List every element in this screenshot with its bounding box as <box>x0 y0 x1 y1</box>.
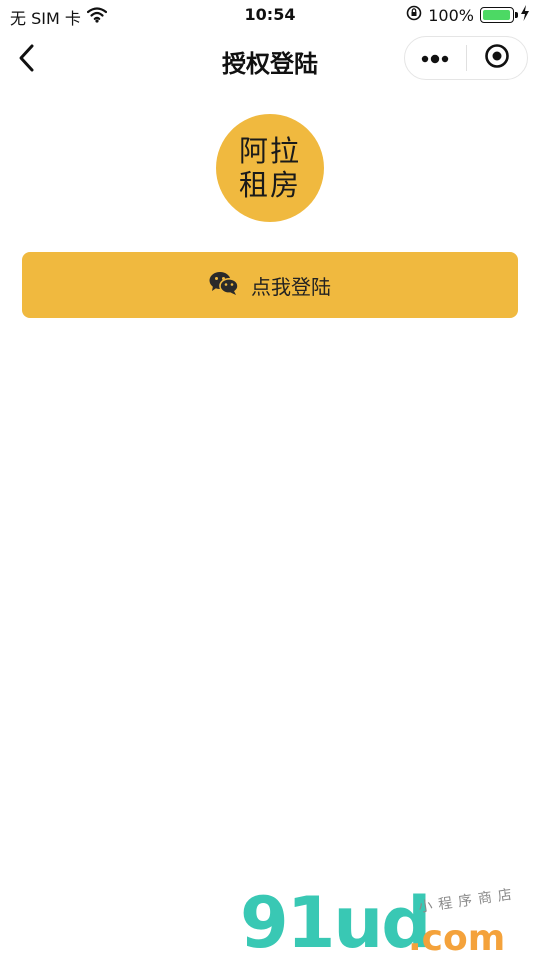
wechat-icon <box>209 271 239 300</box>
wechat-login-button[interactable]: 点我登陆 <box>22 252 518 318</box>
watermark-tld: .com <box>408 918 506 959</box>
nav-bar: 授权登陆 <box>0 30 540 90</box>
status-bar: 无 SIM 卡 10:54 100% <box>0 0 540 30</box>
target-circle-icon <box>484 43 510 73</box>
battery-percent: 100% <box>428 5 474 25</box>
app-logo: 阿拉 租房 <box>216 114 324 222</box>
more-button[interactable] <box>405 37 466 79</box>
battery-icon <box>480 7 518 23</box>
logo-line-2: 租房 <box>238 168 301 202</box>
login-button-label: 点我登陆 <box>251 274 331 299</box>
watermark-tagline: 小程序商店 <box>417 886 519 916</box>
orientation-lock-icon <box>406 5 422 25</box>
battery-cap <box>515 12 518 18</box>
logo-line-1: 阿拉 <box>238 134 301 168</box>
battery-fill <box>483 10 510 20</box>
status-right: 100% <box>406 5 530 25</box>
watermark-brand: 91ud <box>240 882 431 964</box>
watermark: 91ud 小程序商店 .com <box>240 882 530 964</box>
charging-bolt-icon <box>520 5 530 25</box>
more-dots-icon <box>420 49 450 68</box>
mini-program-capsule <box>404 36 528 80</box>
close-button[interactable] <box>467 37 528 79</box>
